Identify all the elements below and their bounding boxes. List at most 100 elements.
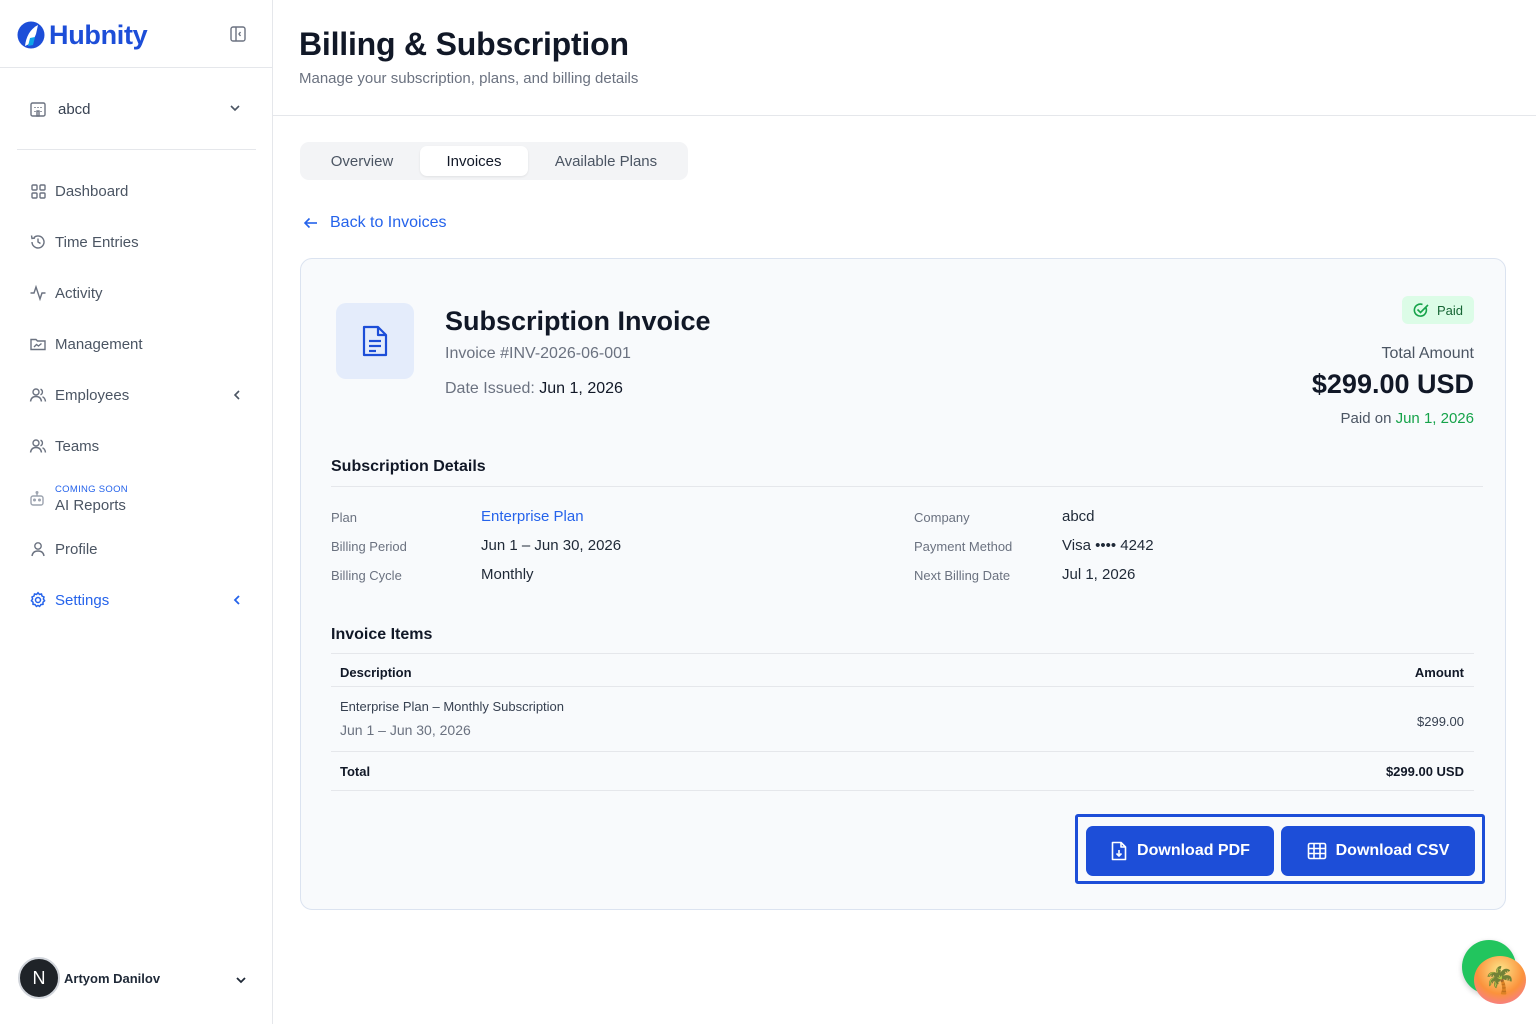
tab-invoices[interactable]: Invoices bbox=[420, 146, 528, 176]
sidebar-item-label: Dashboard bbox=[55, 182, 129, 200]
sidebar-item-employees[interactable]: Employees bbox=[28, 381, 250, 409]
billing-period-value: Jun 1 – Jun 30, 2026 bbox=[481, 537, 622, 554]
payment-method-label: Payment Method bbox=[914, 539, 1013, 554]
user-name: Artyom Danilov bbox=[64, 970, 161, 986]
chevron-down-icon bbox=[236, 977, 246, 984]
date-issued-value: Jun 1, 2026 bbox=[539, 380, 623, 397]
download-csv-button[interactable]: Download CSV bbox=[1281, 826, 1475, 876]
sidebar-item-time-entries[interactable]: Time Entries bbox=[28, 228, 250, 256]
total-value: $299.00 USD bbox=[1385, 764, 1464, 779]
chevron-left-icon bbox=[233, 595, 240, 605]
total-amount-value: $299.00 USD bbox=[1311, 369, 1474, 399]
plan-label: Plan bbox=[331, 510, 358, 525]
billing-period-label: Billing Period bbox=[331, 539, 407, 554]
sidebar: Hubnity abcd Dashboard Time Entries Acti… bbox=[0, 0, 273, 1024]
brand-name: Hubnity bbox=[49, 19, 148, 50]
divider bbox=[331, 486, 1483, 487]
invoice-number: Invoice #INV-2026-06-001 bbox=[445, 345, 631, 362]
billing-cycle-label: Billing Cycle bbox=[331, 568, 402, 583]
table-border bbox=[331, 686, 1474, 687]
divider bbox=[273, 115, 1536, 116]
next-billing-date-value: Jul 1, 2026 bbox=[1062, 566, 1136, 583]
total-label: Total bbox=[340, 764, 371, 779]
date-issued-label: Date Issued: bbox=[445, 380, 535, 397]
workspace-name: abcd bbox=[58, 100, 91, 118]
sidebar-item-label: Settings bbox=[55, 591, 110, 609]
sidebar-item-activity[interactable]: Activity bbox=[28, 279, 250, 307]
back-link-label: Back to Invoices bbox=[330, 214, 447, 231]
total-amount-label: Total Amount bbox=[1381, 345, 1475, 362]
file-download-icon bbox=[1111, 841, 1127, 861]
column-header-amount: Amount bbox=[1414, 665, 1464, 680]
item-description: Enterprise Plan – Monthly Subscription bbox=[340, 699, 565, 714]
company-value: abcd bbox=[1062, 508, 1095, 525]
sidebar-item-ai-reports[interactable]: COMING SOON AI Reports bbox=[28, 482, 250, 518]
paid-on-date: Jun 1, 2026 bbox=[1395, 410, 1474, 427]
status-badge: Paid bbox=[1401, 296, 1474, 324]
robot-icon bbox=[28, 490, 46, 513]
plan-value-link[interactable]: Enterprise Plan bbox=[481, 508, 584, 525]
gear-icon bbox=[28, 590, 48, 610]
payment-method-value: Visa •••• 4242 bbox=[1062, 537, 1154, 554]
tab-available-plans[interactable]: Available Plans bbox=[528, 146, 684, 176]
palm-tree-icon[interactable]: 🌴 bbox=[1474, 956, 1526, 1004]
sidebar-item-dashboard[interactable]: Dashboard bbox=[28, 177, 250, 205]
hubnity-logo-icon bbox=[16, 20, 46, 50]
next-billing-date-label: Next Billing Date bbox=[914, 568, 1011, 583]
divider bbox=[17, 149, 256, 150]
billing-tabs: Overview Invoices Available Plans bbox=[300, 142, 688, 180]
activity-icon bbox=[28, 283, 48, 303]
check-icon bbox=[1413, 303, 1429, 317]
avatar: N bbox=[18, 957, 60, 999]
sidebar-item-teams[interactable]: Teams bbox=[28, 432, 250, 460]
column-header-description: Description bbox=[340, 665, 412, 680]
user-menu[interactable]: N Artyom Danilov bbox=[18, 956, 258, 1000]
history-icon bbox=[28, 232, 48, 252]
sidebar-item-label: Profile bbox=[55, 540, 98, 558]
download-pdf-label: Download PDF bbox=[1137, 842, 1250, 859]
table-border bbox=[331, 790, 1474, 791]
status-label: Paid bbox=[1436, 302, 1463, 318]
page-title: Billing & Subscription bbox=[299, 26, 629, 62]
invoice-title: Subscription Invoice bbox=[445, 306, 711, 336]
invoice-date-issued: Date Issued: Jun 1, 2026 bbox=[445, 380, 623, 398]
sidebar-item-management[interactable]: Management bbox=[28, 330, 250, 358]
sidebar-item-label: Activity bbox=[55, 284, 103, 302]
back-to-invoices-link[interactable]: Back to Invoices bbox=[302, 214, 447, 232]
sidebar-item-label: Employees bbox=[55, 386, 130, 404]
sidebar-toggle-icon[interactable] bbox=[229, 25, 247, 43]
billing-cycle-value: Monthly bbox=[481, 566, 534, 583]
tab-overview[interactable]: Overview bbox=[304, 146, 420, 176]
sidebar-item-label: Time Entries bbox=[55, 233, 139, 251]
arrow-left-icon bbox=[303, 217, 317, 229]
subscription-details-heading: Subscription Details bbox=[331, 458, 486, 475]
item-amount: $299.00 bbox=[1417, 714, 1464, 729]
brand-logo[interactable]: Hubnity bbox=[16, 18, 148, 52]
workspace-selector[interactable]: abcd bbox=[28, 96, 250, 122]
table-border bbox=[331, 653, 1474, 654]
invoice-card: Subscription Invoice Invoice #INV-2026-0… bbox=[300, 258, 1506, 910]
sidebar-item-label: AI Reports bbox=[55, 497, 126, 514]
chevron-down-icon bbox=[230, 105, 240, 112]
sidebar-item-settings[interactable]: Settings bbox=[28, 586, 250, 614]
download-pdf-button[interactable]: Download PDF bbox=[1086, 826, 1274, 876]
sidebar-item-profile[interactable]: Profile bbox=[28, 535, 250, 563]
table-icon bbox=[1307, 842, 1326, 860]
coming-soon-badge: COMING SOON bbox=[55, 484, 128, 495]
users-icon bbox=[28, 385, 48, 405]
folder-chart-icon bbox=[28, 334, 48, 354]
chevron-left-icon bbox=[233, 390, 240, 400]
user-icon bbox=[28, 539, 48, 559]
paid-on-label: Paid on bbox=[1340, 410, 1392, 427]
download-actions: Download PDF Download CSV bbox=[1075, 814, 1485, 884]
paid-on: Paid on Jun 1, 2026 bbox=[1341, 410, 1474, 427]
download-csv-label: Download CSV bbox=[1335, 842, 1450, 859]
building-icon bbox=[30, 102, 46, 117]
table-border bbox=[331, 751, 1474, 752]
item-period: Jun 1 – Jun 30, 2026 bbox=[340, 722, 471, 738]
invoice-items-heading: Invoice Items bbox=[331, 626, 433, 643]
sidebar-item-label: Teams bbox=[55, 437, 100, 455]
company-label: Company bbox=[914, 510, 970, 525]
users-icon bbox=[28, 436, 48, 456]
page-subtitle: Manage your subscription, plans, and bil… bbox=[299, 70, 639, 87]
